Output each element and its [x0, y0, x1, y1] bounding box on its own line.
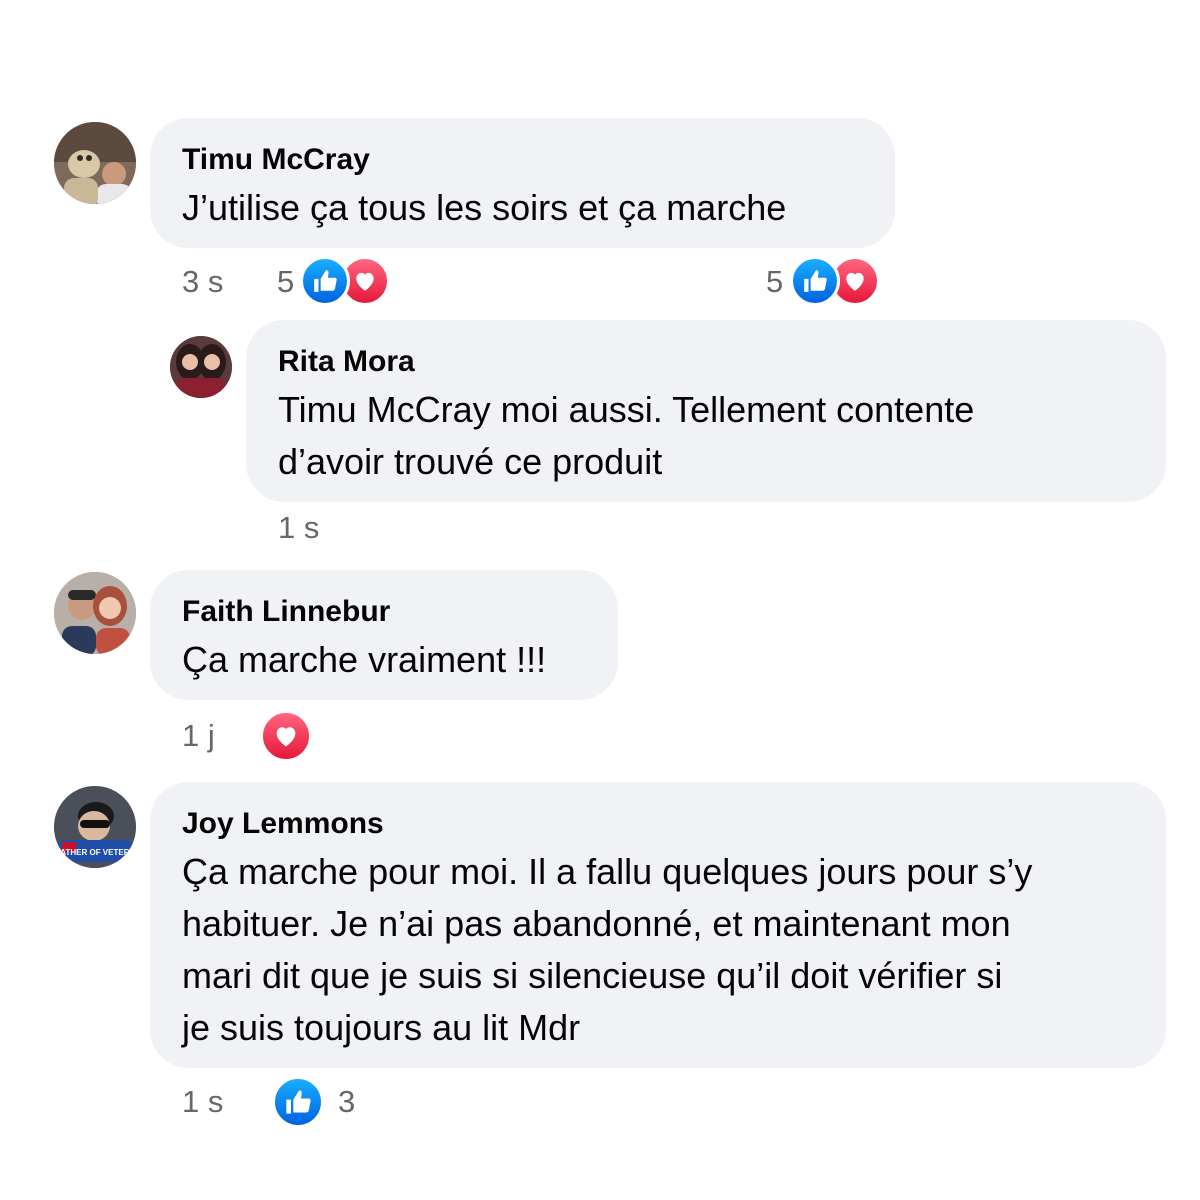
comment-text-line: Timu McCray moi aussi. Tellement content…	[278, 389, 975, 430]
comment-bubble-timu: Timu McCray J’utilise ça tous les soirs …	[150, 118, 895, 248]
comment-bubble-joy: Joy Lemmons Ça marche pour moi. Il a fal…	[150, 782, 1166, 1068]
avatar-timu-mccray[interactable]	[54, 122, 136, 204]
like-icon[interactable]	[300, 256, 350, 306]
avatar-faith-image	[54, 572, 136, 654]
avatar-timu-image	[54, 122, 136, 204]
comment-text-line: mari dit que je suis si silencieuse qu’i…	[182, 955, 1003, 996]
reaction-count-right[interactable]: 5	[766, 264, 783, 300]
comment-text-line: je suis toujours au lit Mdr	[182, 1007, 581, 1048]
comment-timestamp[interactable]: 1 j	[182, 718, 215, 754]
avatar-rita-image	[170, 336, 232, 398]
comment-author[interactable]: Rita Mora	[278, 344, 1134, 380]
love-icon[interactable]	[260, 710, 312, 762]
avatar-faith-linnebur[interactable]	[54, 572, 136, 654]
comment-text: J’utilise ça tous les soirs et ça marche	[182, 187, 787, 228]
reaction-count[interactable]: 3	[338, 1084, 355, 1120]
comment-timestamp[interactable]: 1 s	[182, 1084, 223, 1120]
like-icon[interactable]	[790, 256, 840, 306]
comment-text: Ça marche vraiment !!!	[182, 639, 547, 680]
avatar-joy-lemmons[interactable]: EATHER OF VETERAN	[54, 786, 136, 868]
comment-text-line: d’avoir trouvé ce produit	[278, 441, 663, 482]
comment-bubble-faith: Faith Linnebur Ça marche vraiment !!!	[150, 570, 618, 700]
comment-author[interactable]: Joy Lemmons	[182, 806, 1134, 842]
reaction-count[interactable]: 5	[277, 264, 294, 300]
comment-timestamp[interactable]: 1 s	[278, 510, 319, 546]
comment-text-line: Ça marche pour moi. Il a fallu quelques …	[182, 851, 1033, 892]
comment-author[interactable]: Timu McCray	[182, 142, 863, 178]
avatar-badge-text: EATHER OF VETERAN	[55, 848, 136, 857]
like-icon[interactable]	[272, 1076, 324, 1128]
comment-text-line: habituer. Je n’ai pas abandonné, et main…	[182, 903, 1011, 944]
comment-timestamp[interactable]: 3 s	[182, 264, 223, 300]
avatar-rita-mora[interactable]	[170, 336, 232, 398]
comment-bubble-rita: Rita Mora Timu McCray moi aussi. Telleme…	[246, 320, 1166, 502]
comment-author[interactable]: Faith Linnebur	[182, 594, 586, 630]
avatar-joy-image: EATHER OF VETERAN	[54, 786, 136, 868]
